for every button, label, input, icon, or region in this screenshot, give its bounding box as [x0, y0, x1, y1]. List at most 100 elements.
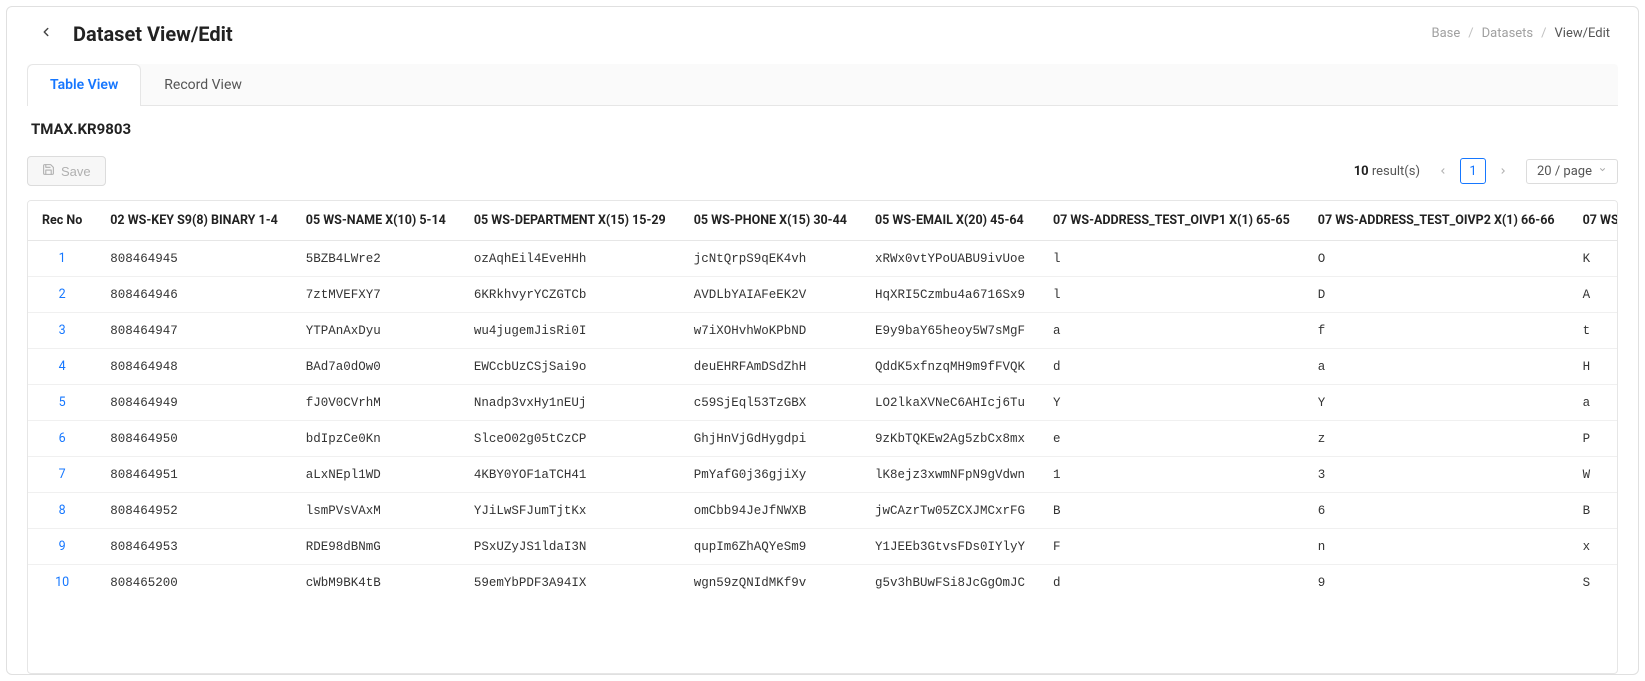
table-cell[interactable]: E9y9baY65heoy5W7sMgF [861, 313, 1039, 349]
table-cell[interactable]: Y [1304, 385, 1569, 421]
next-page-button[interactable] [1490, 158, 1516, 184]
table-cell[interactable]: omCbb94JeJfNWXB [680, 493, 861, 529]
prev-page-button[interactable] [1430, 158, 1456, 184]
table-cell[interactable]: O [1304, 241, 1569, 277]
table-cell[interactable]: EWCcbUzCSjSai9o [460, 349, 680, 385]
column-header[interactable]: 07 WS-ADDRE [1569, 201, 1617, 241]
table-cell[interactable]: 9zKbTQKEw2Ag5zbCx8mx [861, 421, 1039, 457]
table-cell[interactable]: a [1039, 313, 1304, 349]
tab-record-view[interactable]: Record View [141, 64, 265, 105]
breadcrumb-item[interactable]: Base [1431, 26, 1460, 41]
back-icon[interactable] [35, 19, 57, 48]
table-cell[interactable]: g5v3hBUwFSi8JcGgOmJC [861, 565, 1039, 601]
table-cell[interactable]: 808464949 [96, 385, 292, 421]
table-cell[interactable]: 6KRkhvyrYCZGTCb [460, 277, 680, 313]
current-page[interactable]: 1 [1460, 158, 1486, 184]
table-cell[interactable]: t [1569, 313, 1617, 349]
table-cell[interactable]: 808464952 [96, 493, 292, 529]
record-number-link[interactable]: 5 [28, 385, 96, 421]
table-cell[interactable]: aLxNEpl1WD [292, 457, 460, 493]
table-cell[interactable]: l [1039, 241, 1304, 277]
table-cell[interactable]: deuEHRFAmDSdZhH [680, 349, 861, 385]
table-cell[interactable]: F [1039, 529, 1304, 565]
table-cell[interactable]: 808464946 [96, 277, 292, 313]
table-cell[interactable]: n [1304, 529, 1569, 565]
table-cell[interactable]: bdIpzCe0Kn [292, 421, 460, 457]
record-number-link[interactable]: 8 [28, 493, 96, 529]
table-cell[interactable]: jwCAzrTw05ZCXJMCxrFG [861, 493, 1039, 529]
table-cell[interactable]: l [1039, 277, 1304, 313]
table-cell[interactable]: BAd7a0dOw0 [292, 349, 460, 385]
table-cell[interactable]: a [1569, 385, 1617, 421]
record-number-link[interactable]: 7 [28, 457, 96, 493]
table-cell[interactable]: cWbM9BK4tB [292, 565, 460, 601]
record-number-link[interactable]: 1 [28, 241, 96, 277]
table-cell[interactable]: Y [1039, 385, 1304, 421]
table-cell[interactable]: x [1569, 529, 1617, 565]
table-cell[interactable]: K [1569, 241, 1617, 277]
column-header[interactable]: 05 WS-DEPARTMENT X(15) 15-29 [460, 201, 680, 241]
table-cell[interactable]: YTPAnAxDyu [292, 313, 460, 349]
table-cell[interactable]: B [1569, 493, 1617, 529]
table-cell[interactable]: 4KBY0YOF1aTCH41 [460, 457, 680, 493]
table-cell[interactable]: 808465200 [96, 565, 292, 601]
column-header[interactable]: 05 WS-PHONE X(15) 30-44 [680, 201, 861, 241]
table-cell[interactable]: B [1039, 493, 1304, 529]
table-cell[interactable]: 808464950 [96, 421, 292, 457]
table-cell[interactable]: w7iXOHvhWoKPbND [680, 313, 861, 349]
table-cell[interactable]: f [1304, 313, 1569, 349]
table-cell[interactable]: Nnadp3vxHy1nEUj [460, 385, 680, 421]
table-cell[interactable]: YJiLwSFJumTjtKx [460, 493, 680, 529]
table-cell[interactable]: QddK5xfnzqMH9m9fFVQK [861, 349, 1039, 385]
tab-table-view[interactable]: Table View [27, 64, 141, 106]
table-cell[interactable]: D [1304, 277, 1569, 313]
table-cell[interactable]: a [1304, 349, 1569, 385]
record-number-link[interactable]: 9 [28, 529, 96, 565]
page-size-select[interactable]: 20 / page [1526, 159, 1618, 184]
save-button[interactable]: Save [27, 156, 106, 186]
table-cell[interactable]: 59emYbPDF3A94IX [460, 565, 680, 601]
table-cell[interactable]: A [1569, 277, 1617, 313]
table-cell[interactable]: z [1304, 421, 1569, 457]
table-cell[interactable]: Y1JEEb3GtvsFDs0IYlyY [861, 529, 1039, 565]
table-cell[interactable]: e [1039, 421, 1304, 457]
table-cell[interactable]: d [1039, 349, 1304, 385]
table-cell[interactable]: lK8ejz3xwmNFpN9gVdwn [861, 457, 1039, 493]
table-cell[interactable]: d [1039, 565, 1304, 601]
table-cell[interactable]: P [1569, 421, 1617, 457]
column-header[interactable]: 05 WS-NAME X(10) 5-14 [292, 201, 460, 241]
table-cell[interactable]: xRWx0vtYPoUABU9ivUoe [861, 241, 1039, 277]
table-cell[interactable]: S [1569, 565, 1617, 601]
table-cell[interactable]: ozAqhEil4EveHHh [460, 241, 680, 277]
table-cell[interactable]: fJ0V0CVrhM [292, 385, 460, 421]
table-cell[interactable]: lsmPVsVAxM [292, 493, 460, 529]
table-cell[interactable]: qupIm6ZhAQYeSm9 [680, 529, 861, 565]
table-cell[interactable]: PmYafG0j36gjiXy [680, 457, 861, 493]
table-cell[interactable]: 808464947 [96, 313, 292, 349]
table-cell[interactable]: 5BZB4LWre2 [292, 241, 460, 277]
table-cell[interactable]: wgn59zQNIdMKf9v [680, 565, 861, 601]
table-cell[interactable]: W [1569, 457, 1617, 493]
table-cell[interactable]: 808464953 [96, 529, 292, 565]
record-number-link[interactable]: 2 [28, 277, 96, 313]
table-cell[interactable]: H [1569, 349, 1617, 385]
table-cell[interactable]: 7ztMVEFXY7 [292, 277, 460, 313]
table-cell[interactable]: PSxUZyJS1ldaI3N [460, 529, 680, 565]
table-cell[interactable]: jcNtQrpS9qEK4vh [680, 241, 861, 277]
table-cell[interactable]: HqXRI5Czmbu4a6716Sx9 [861, 277, 1039, 313]
column-header[interactable]: 02 WS-KEY S9(8) BINARY 1-4 [96, 201, 292, 241]
table-cell[interactable]: 3 [1304, 457, 1569, 493]
breadcrumb-item[interactable]: Datasets [1482, 26, 1534, 41]
record-number-link[interactable]: 6 [28, 421, 96, 457]
table-cell[interactable]: GhjHnVjGdHygdpi [680, 421, 861, 457]
table-cell[interactable]: 808464951 [96, 457, 292, 493]
table-cell[interactable]: 808464945 [96, 241, 292, 277]
table-cell[interactable]: SlceO02g05tCzCP [460, 421, 680, 457]
table-cell[interactable]: 808464948 [96, 349, 292, 385]
record-number-link[interactable]: 4 [28, 349, 96, 385]
record-number-link[interactable]: 10 [28, 565, 96, 601]
table-cell[interactable]: 9 [1304, 565, 1569, 601]
column-header[interactable]: 05 WS-EMAIL X(20) 45-64 [861, 201, 1039, 241]
table-cell[interactable]: 6 [1304, 493, 1569, 529]
table-cell[interactable]: AVDLbYAIAFeEK2V [680, 277, 861, 313]
